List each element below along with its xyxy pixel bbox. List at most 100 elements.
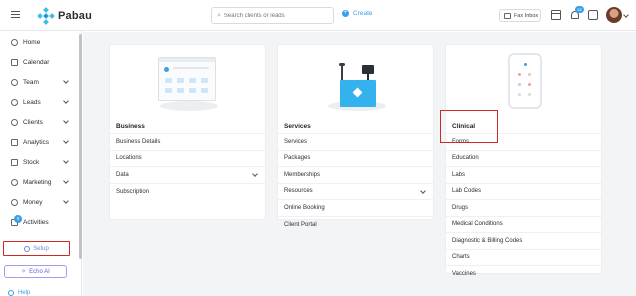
services-link[interactable]: Services (278, 134, 433, 151)
search-box[interactable]: ⌕ (211, 7, 334, 24)
row-label: Resources (284, 188, 313, 195)
locations-link[interactable]: Locations (110, 151, 265, 167)
avatar[interactable] (606, 7, 622, 23)
team-icon (11, 78, 18, 86)
search-input[interactable] (223, 12, 324, 19)
fax-label: Fax Inbox (514, 12, 539, 19)
phone-dot (518, 73, 521, 76)
sidebar-item-label: Home (23, 38, 41, 46)
setup-button[interactable]: Setup (3, 241, 70, 256)
chevron-down-icon (420, 187, 426, 194)
chevron-down-icon[interactable] (623, 12, 629, 18)
clinical-card: Clinical Forms Education Labs Lab Codes … (445, 44, 602, 277)
phone-dot (528, 73, 531, 76)
online-booking-link[interactable]: Online Booking (278, 200, 433, 217)
help-label: Help (18, 290, 31, 296)
drugs-link[interactable]: Drugs (446, 200, 601, 217)
sidebar-item-calendar[interactable]: Calendar (0, 53, 76, 71)
chevron-down-icon (63, 198, 69, 204)
sidebar-item-label: Team (23, 78, 39, 86)
dashboard-screen-image (158, 57, 216, 101)
subscription-link[interactable]: Subscription (110, 184, 265, 201)
fax-inbox-button[interactable]: Fax Inbox (499, 9, 541, 22)
sidebar-item-team[interactable]: Team (0, 73, 76, 91)
notifications-button[interactable]: 32 (570, 6, 584, 20)
illustration-shadow (160, 101, 218, 111)
gear-icon (24, 245, 31, 252)
echo-ai-label: Echo AI (29, 268, 50, 275)
lab-codes-link[interactable]: Lab Codes (446, 184, 601, 200)
calendar-icon (11, 58, 18, 66)
business-illustration (110, 45, 265, 119)
notification-badge: 32 (575, 6, 584, 13)
wallet-icon[interactable] (588, 10, 598, 20)
analytics-icon (11, 138, 18, 146)
screen-block (165, 78, 172, 83)
chevron-down-icon (63, 98, 69, 104)
screen-block (201, 78, 208, 83)
services-card: Services Services Packages Memberships R… (277, 44, 434, 228)
scrollbar-thumb[interactable] (79, 34, 82, 259)
home-icon (11, 38, 18, 46)
packages-link[interactable]: Packages (278, 151, 433, 167)
sidebar-item-marketing[interactable]: Marketing (0, 173, 76, 191)
sidebar-item-label: Clients (23, 118, 43, 126)
labs-link[interactable]: Labs (446, 167, 601, 184)
diagnostic-billing-codes-link[interactable]: Diagnostic & Billing Codes (446, 233, 601, 250)
resources-link[interactable]: Resources (278, 184, 433, 200)
data-link[interactable]: Data (110, 167, 265, 184)
reception-desk-image (340, 80, 376, 107)
medical-conditions-link[interactable]: Medical Conditions (446, 217, 601, 233)
setup-label: Setup (33, 245, 49, 252)
calendar-icon[interactable] (551, 10, 561, 20)
screen-block (165, 88, 172, 93)
echo-ai-button[interactable]: ✧ Echo AI (4, 265, 67, 278)
highlight-box (440, 110, 498, 143)
sidebar-item-label: Money (23, 198, 43, 206)
sidebar-item-label: Marketing (23, 178, 52, 186)
fax-icon (504, 12, 511, 19)
card-title: Business (110, 119, 265, 134)
sparkle-icon: ✧ (21, 269, 27, 275)
phone-dot (518, 93, 521, 96)
screen-block (201, 88, 208, 93)
help-icon (8, 290, 14, 296)
create-button[interactable]: + Create (342, 10, 373, 17)
vaccines-link[interactable]: Vaccines (446, 266, 601, 283)
brand-name: Pabau (58, 10, 93, 22)
sidebar-item-clients[interactable]: Clients (0, 113, 76, 131)
phone-dot (518, 83, 521, 86)
screen-block (189, 78, 196, 83)
sidebar-item-stock[interactable]: Stock (0, 153, 76, 171)
help-link[interactable]: Help (8, 290, 30, 296)
activities-badge: 0 (14, 215, 22, 223)
sidebar: Home Calendar Team Leads Clients Analyti… (0, 31, 82, 296)
client-portal-link[interactable]: Client Portal (278, 217, 433, 234)
sidebar-item-analytics[interactable]: Analytics (0, 133, 76, 151)
screen-line (173, 67, 209, 69)
main-content: Business Business Details Locations Data… (83, 32, 636, 296)
leads-icon (11, 98, 18, 106)
screen-header (159, 58, 215, 62)
sidebar-item-money[interactable]: Money (0, 193, 76, 211)
business-details-link[interactable]: Business Details (110, 134, 265, 151)
brand-logo[interactable]: Pabau (37, 7, 93, 25)
phone-dot (528, 93, 531, 96)
sidebar-item-leads[interactable]: Leads (0, 93, 76, 111)
lamp-image (339, 63, 345, 80)
monitor-image (362, 65, 374, 74)
chevron-down-icon (63, 78, 69, 84)
sidebar-item-label: Stock (23, 158, 40, 166)
education-link[interactable]: Education (446, 151, 601, 167)
sidebar-item-home[interactable]: Home (0, 33, 76, 51)
services-illustration (278, 45, 433, 119)
memberships-link[interactable]: Memberships (278, 167, 433, 184)
charts-link[interactable]: Charts (446, 250, 601, 266)
stock-icon (11, 158, 18, 166)
clients-icon (11, 118, 18, 126)
row-label: Data (116, 171, 129, 178)
phone-dot (528, 83, 531, 86)
menu-icon[interactable] (11, 11, 20, 19)
sidebar-item-activities[interactable]: 0 Activities (0, 213, 76, 231)
phone-image (508, 53, 542, 109)
